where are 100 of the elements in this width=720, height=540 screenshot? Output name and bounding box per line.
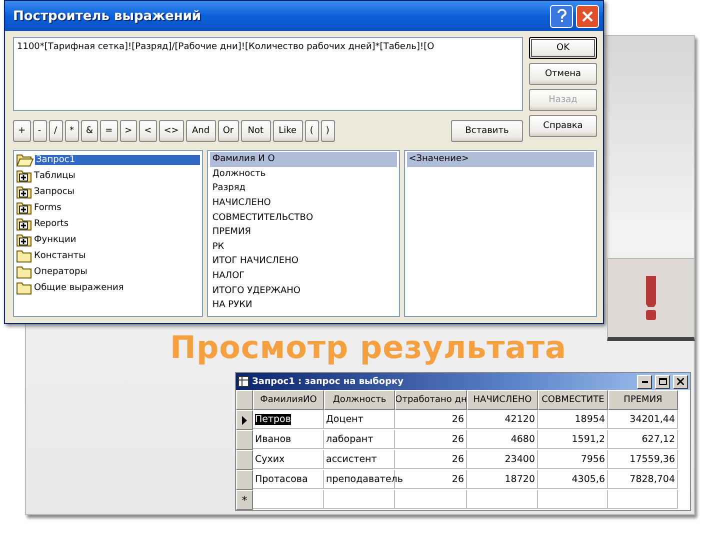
minimize-button[interactable] bbox=[637, 374, 652, 388]
plus-folder-icon[interactable] bbox=[16, 217, 32, 231]
table-cell: 18720 bbox=[504, 474, 535, 484]
operator-button[interactable]: * bbox=[64, 120, 80, 142]
exclamation-icon bbox=[644, 275, 658, 321]
empty-table-cell[interactable] bbox=[608, 490, 678, 509]
table-cell: Доцент bbox=[326, 414, 364, 424]
dialog-button[interactable]: OK bbox=[529, 37, 597, 59]
column-header[interactable]: ПРЕМИЯ bbox=[608, 390, 678, 410]
table-cell: 7956 bbox=[580, 454, 605, 464]
operator-button[interactable]: ( bbox=[304, 120, 319, 142]
expression-field[interactable]: 1100*[Тарифная сетка]![Разряд]/[Рабочие дни]![Количество рабочих дней]*[Табель]![О bbox=[13, 37, 523, 111]
operator-button[interactable]: & bbox=[81, 120, 98, 142]
operator-button[interactable]: < bbox=[139, 120, 157, 142]
maximize-icon bbox=[658, 378, 666, 385]
table-cell: 4305,6 bbox=[572, 474, 605, 484]
open-folder-icon bbox=[16, 153, 34, 167]
query-icon bbox=[238, 376, 249, 387]
table-cell: 17559,36 bbox=[630, 454, 675, 464]
folder-icon bbox=[16, 265, 32, 279]
list-item[interactable]: Фамилия И О bbox=[210, 152, 397, 167]
table-cell: 4680 bbox=[510, 434, 535, 444]
tree-item[interactable]: Reports bbox=[33, 219, 70, 229]
minimize-icon bbox=[642, 380, 648, 382]
operator-button[interactable]: ) bbox=[320, 120, 335, 142]
tree-item[interactable]: Forms bbox=[33, 203, 62, 213]
table-cell: 26 bbox=[452, 414, 464, 424]
help-button[interactable] bbox=[550, 4, 573, 28]
table-cell: 7828,704 bbox=[630, 474, 675, 484]
operator-button[interactable]: <> bbox=[158, 120, 184, 142]
column-header[interactable]: Отработано дн bbox=[395, 390, 467, 410]
table-cell: 627,12 bbox=[642, 434, 675, 444]
new-row-marker: * bbox=[236, 490, 253, 510]
list-item[interactable]: ИТОГО УДЕРЖАНО bbox=[210, 283, 397, 298]
column-header[interactable]: СОВМЕСТИТЕ bbox=[538, 390, 608, 410]
maximize-button[interactable] bbox=[655, 374, 670, 388]
list-item[interactable]: СОВМЕСТИТЕЛЬСТВО bbox=[210, 210, 397, 225]
close-button[interactable] bbox=[673, 374, 688, 388]
window-title: Построитель выражений bbox=[13, 8, 202, 24]
list-item[interactable]: <Значение> bbox=[406, 152, 594, 167]
empty-table-cell[interactable] bbox=[467, 490, 538, 509]
list-item[interactable]: РК bbox=[210, 240, 397, 254]
tree-item[interactable]: Запросы bbox=[33, 187, 76, 197]
tree-item[interactable]: Операторы bbox=[33, 267, 88, 277]
current-row-icon bbox=[242, 416, 247, 424]
help-icon bbox=[556, 9, 566, 23]
table-cell: Петров bbox=[255, 414, 291, 424]
window-title: Запрос1 : запрос на выборку bbox=[252, 376, 405, 386]
operator-button[interactable]: Like bbox=[272, 120, 303, 142]
list-item[interactable]: НАЧИСЛЕНО bbox=[210, 196, 397, 210]
list-item[interactable]: Должность bbox=[210, 166, 397, 182]
column-header[interactable]: ФамилияИО bbox=[253, 390, 324, 410]
operator-button[interactable]: + bbox=[13, 120, 31, 142]
close-icon bbox=[582, 10, 593, 22]
table-cell: 34201,44 bbox=[630, 414, 675, 424]
tree-item[interactable]: Функции bbox=[33, 235, 78, 245]
table-cell: лаборант bbox=[326, 434, 374, 444]
table-cell: 26 bbox=[452, 434, 464, 444]
list-item[interactable]: ПРЕМИЯ bbox=[210, 224, 397, 240]
operator-button[interactable]: Or bbox=[218, 120, 239, 142]
paste-button[interactable]: Вставить bbox=[451, 120, 523, 142]
table-cell: 23400 bbox=[504, 454, 535, 464]
column-header[interactable]: Должность bbox=[324, 390, 395, 410]
tree-item[interactable]: Константы bbox=[33, 251, 87, 261]
plus-folder-icon[interactable] bbox=[16, 233, 32, 247]
empty-table-cell[interactable] bbox=[324, 490, 395, 509]
table-cell: Протасова bbox=[255, 474, 308, 484]
table-cell: 1591,2 bbox=[572, 434, 605, 444]
empty-table-cell[interactable] bbox=[538, 490, 608, 509]
operator-button[interactable]: And bbox=[186, 120, 216, 142]
dialog-button[interactable]: Отмена bbox=[529, 63, 597, 85]
folder-icon bbox=[16, 281, 32, 295]
tree-item[interactable]: Запрос1 bbox=[35, 155, 200, 165]
folder-icon bbox=[16, 249, 32, 263]
tree-item[interactable]: Таблицы bbox=[33, 171, 76, 181]
column-header[interactable]: НАЧИСЛЕНО bbox=[467, 390, 538, 410]
operator-button[interactable]: - bbox=[32, 120, 47, 142]
table-cell: преподаватель bbox=[326, 474, 403, 484]
operator-button[interactable]: > bbox=[120, 120, 138, 142]
operator-button[interactable]: = bbox=[100, 120, 118, 142]
operator-button[interactable]: Not bbox=[240, 120, 271, 142]
table-cell: 26 bbox=[452, 474, 464, 484]
table-cell: 18954 bbox=[574, 414, 605, 424]
dialog-button[interactable]: Справка bbox=[529, 115, 597, 137]
list-item[interactable]: НА РУКИ bbox=[210, 298, 397, 313]
tree-item[interactable]: Общие выражения bbox=[33, 283, 125, 293]
row-selector[interactable] bbox=[236, 410, 253, 430]
close-icon bbox=[677, 378, 684, 385]
run-button[interactable] bbox=[607, 258, 695, 341]
list-item[interactable]: Разряд bbox=[210, 181, 397, 196]
table-cell: ассистент bbox=[326, 454, 377, 464]
empty-table-cell[interactable] bbox=[395, 490, 467, 509]
plus-folder-icon[interactable] bbox=[16, 185, 32, 199]
operator-button[interactable]: / bbox=[48, 120, 63, 142]
table-cell: 26 bbox=[452, 454, 464, 464]
list-item[interactable]: ИТОГ НАЧИСЛЕНО bbox=[210, 254, 397, 269]
plus-folder-icon[interactable] bbox=[16, 169, 32, 183]
table-cell: 42120 bbox=[504, 414, 535, 424]
list-item[interactable]: НАЛОГ bbox=[210, 268, 397, 284]
plus-folder-icon[interactable] bbox=[16, 201, 32, 215]
